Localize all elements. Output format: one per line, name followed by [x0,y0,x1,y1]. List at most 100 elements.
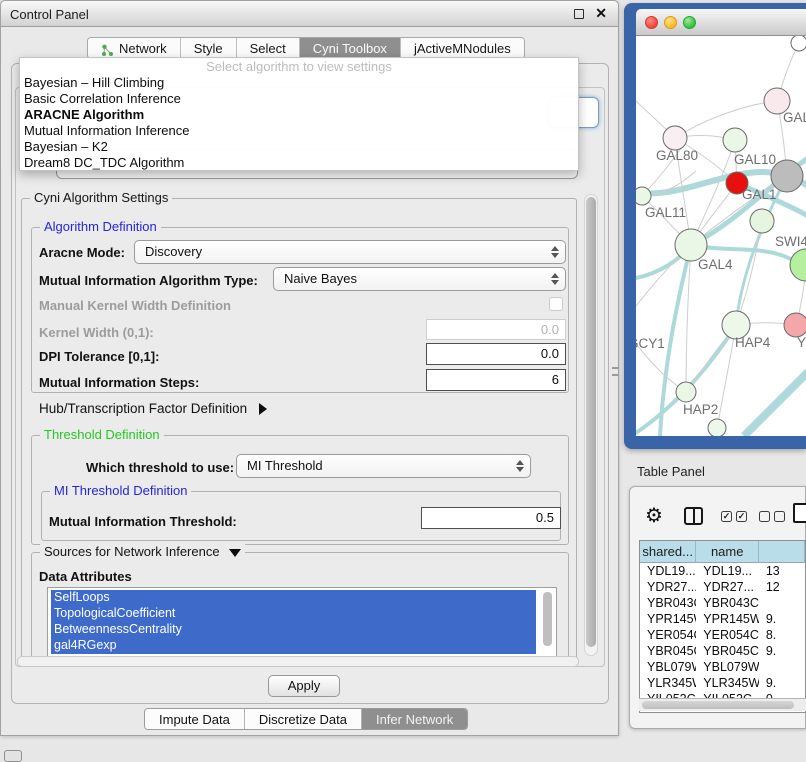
table-row[interactable]: YPR145WYPR145W9. [640,611,805,627]
table-cell [759,659,805,675]
table-column-header[interactable]: shared... [640,541,696,563]
table-scrollbar-thumb[interactable] [642,701,794,709]
algorithm-option[interactable]: Bayesian – K2 [20,139,578,155]
network-window-titlebar[interactable] [636,9,806,36]
table-row[interactable]: YDL19...YDL19...13 [640,563,805,579]
network-node[interactable] [708,419,726,436]
network-edge[interactable] [744,372,806,436]
network-node[interactable] [784,313,806,337]
select-all-checkboxes-icon[interactable]: ✓✓ [721,511,747,522]
dpi-tolerance-input[interactable]: 0.0 [426,343,566,365]
float-window-icon[interactable] [574,9,584,19]
tab-label: Cyni Toolbox [313,38,387,59]
settings-gear-icon[interactable]: ⚙ [645,503,663,528]
table-row[interactable]: YER054CYER054C8. [640,627,805,643]
network-node-label: GAL [783,110,806,125]
network-node[interactable] [663,126,687,150]
spinner-arrows-icon [549,272,560,286]
network-node[interactable] [723,128,747,152]
tab-jactivemnodules[interactable]: jActiveMNodules [400,38,524,58]
algorithm-option[interactable]: Dream8 DC_TDC Algorithm [20,155,578,171]
tab-label: Style [194,38,223,59]
data-attribute-item[interactable]: gal4RGexp [51,638,536,654]
minimize-traffic-light[interactable] [664,16,677,29]
table-cell: YLR345W [640,675,696,691]
split-columns-icon[interactable] [684,507,703,525]
new-table-icon[interactable] [793,503,806,523]
network-node[interactable] [636,187,651,205]
network-node[interactable] [791,36,806,51]
mi-algorithm-type-combo[interactable]: Naive Bayes [273,267,566,291]
table-cell: YBL079W [696,659,759,675]
algorithm-placeholder: Select algorithm to view settings [20,58,578,75]
manual-kernel-label: Manual Kernel Width Definition [39,298,231,313]
network-node[interactable] [790,249,806,281]
table-row[interactable]: YBR045CYBR045C9. [640,643,805,659]
table-row[interactable]: YDR27...YDR27...12 [640,579,805,595]
data-attributes-list[interactable]: SelfLoopsTopologicalCoefficientBetweenne… [47,587,557,657]
data-attribute-item[interactable]: SelfLoops [51,590,536,606]
tab-label: Select [250,38,286,59]
mi-steps-input[interactable]: 6 [426,369,566,391]
table-column-header[interactable] [759,541,805,563]
tab-discretize-data[interactable]: Discretize Data [244,709,361,729]
algorithm-option[interactable]: Mutual Information Inference [20,123,578,139]
aracne-mode-label: Aracne Mode: [39,245,125,260]
table-row[interactable]: YBL079WYBL079W [640,659,805,675]
mi-threshold-label: Mutual Information Threshold: [49,514,237,529]
tab-label: Network [119,38,167,59]
algorithm-option[interactable]: Basic Correlation Inference [20,91,578,107]
zoom-traffic-light[interactable] [683,16,696,29]
tab-style[interactable]: Style [180,38,236,58]
algorithm-option[interactable]: Bayesian – Hill Climbing [20,75,578,91]
collapsed-arrow-icon[interactable] [259,403,267,415]
mi-threshold-input[interactable]: 0.5 [421,507,561,529]
table-cell: 13 [759,563,805,579]
table-row[interactable]: YLR345WYLR345W9. [640,675,805,691]
hub-definition-toggle[interactable]: Hub/Transcription Factor Definition [39,401,267,416]
kernel-width-input[interactable]: 0.0 [426,319,566,340]
expanded-arrow-icon[interactable] [229,549,241,557]
tab-select[interactable]: Select [236,38,299,58]
list-scrollbar-thumb[interactable] [543,592,552,646]
table-cell: YBR043C [696,595,759,611]
collapsed-panel-button[interactable] [4,750,22,762]
settings-horizontal-scrollbar[interactable] [17,656,579,667]
tab-network[interactable]: Network [88,38,180,58]
control-panel-title: Control Panel [10,7,89,22]
algorithm-option[interactable]: ARACNE Algorithm [20,107,578,123]
table-horizontal-scrollbar[interactable] [639,698,806,711]
settings-scrollbar-thumb[interactable] [586,197,596,647]
table-cell: 9. [759,643,805,659]
table-row[interactable]: YBR043CYBR043C [640,595,805,611]
tab-impute-data[interactable]: Impute Data [145,709,244,729]
close-icon[interactable]: ✕ [595,5,607,22]
combo-value: Discovery [145,244,202,259]
mi-steps-label: Mutual Information Steps: [39,375,199,390]
group-title: Algorithm Definition [40,219,161,234]
data-attribute-item[interactable]: BetweennessCentrality [51,622,536,638]
tab-cyni-toolbox[interactable]: Cyni Toolbox [299,38,400,58]
network-node[interactable] [676,382,696,402]
table-column-header[interactable]: name [696,541,759,563]
data-attribute-item[interactable]: TopologicalCoefficient [51,606,536,622]
network-canvas[interactable]: GALGAL80GAL10GAL1GAL11SWI4GAL4GCY1HAP4YH… [636,36,806,436]
table-cell: 9. [759,675,805,691]
panel-splitter-handle[interactable] [612,367,619,376]
which-threshold-combo[interactable]: MI Threshold [236,454,531,478]
sources-toggle[interactable]: Sources for Network Inference [40,544,245,559]
control-panel-titlebar[interactable]: Control Panel ✕ [1,1,618,27]
spinner-arrows-icon [514,459,525,473]
manual-kernel-checkbox[interactable] [549,297,563,311]
apply-button[interactable]: Apply [268,675,340,697]
combo-value: MI Threshold [247,458,323,473]
deselect-all-checkboxes-icon[interactable] [759,511,785,522]
network-node[interactable] [750,209,774,233]
data-attributes-label: Data Attributes [39,569,132,584]
tab-infer-network[interactable]: Infer Network [361,709,467,729]
group-title: Threshold Definition [40,427,164,442]
aracne-mode-combo[interactable]: Discovery [134,240,566,264]
kernel-width-label: Kernel Width (0,1): [39,325,154,340]
node-table[interactable]: shared...name YDL19...YDL19...13YDR27...… [639,540,806,713]
close-traffic-light[interactable] [645,16,658,29]
